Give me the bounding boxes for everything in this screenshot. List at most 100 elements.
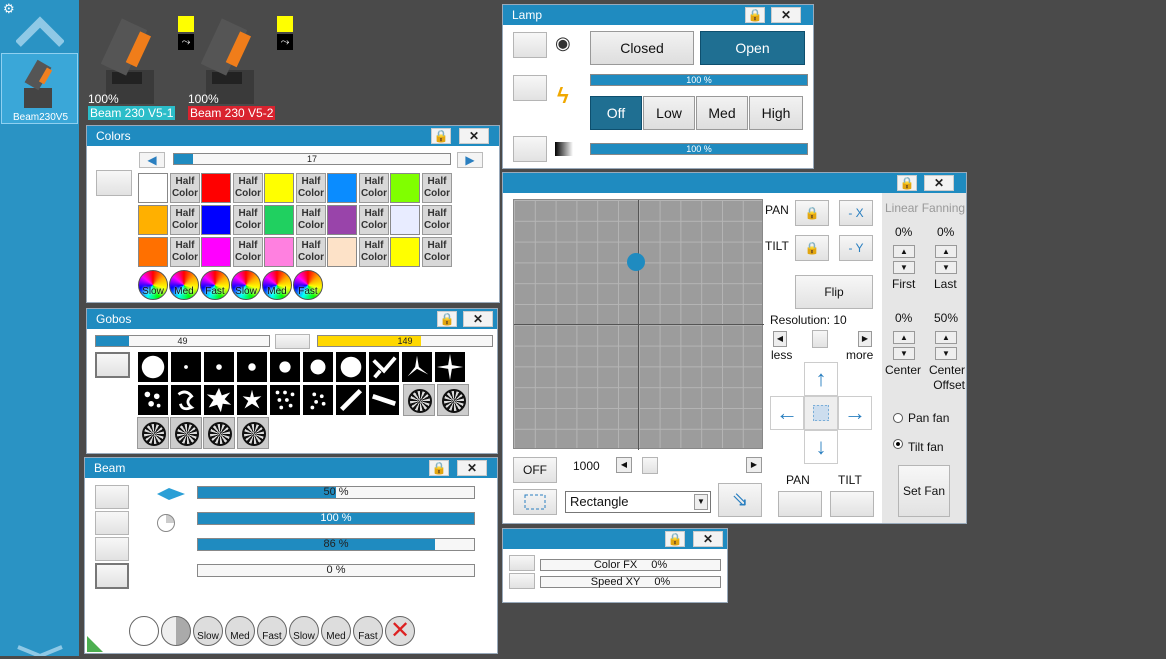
fx-lock-icon[interactable]: 🔒 [665,531,685,547]
gobo-slot[interactable] [368,351,400,383]
offset-down-button[interactable]: ▼ [935,347,957,360]
colors-scroll-left-button[interactable]: ◀ [139,152,165,168]
color-swatch[interactable] [138,173,168,203]
gobo-rotate-button[interactable] [137,417,169,449]
arrow-right-button[interactable]: → [838,396,872,430]
gobo-slot[interactable] [269,384,301,416]
beam-circle-open[interactable] [129,616,159,646]
beam-speed-button[interactable]: Fast [353,616,383,646]
dimmer-reset-button[interactable] [513,136,547,162]
fixture-tile[interactable]: Beam230V5 [1,53,78,124]
fan-last-down-button[interactable]: ▼ [935,261,957,274]
speed-right-button[interactable]: ▶ [746,457,762,473]
resolution-less-button[interactable]: ◀ [773,331,787,347]
collapse-up-icon[interactable] [15,10,65,50]
gobo-slot[interactable] [302,384,334,416]
color-swatch[interactable] [201,173,231,203]
color-swatch[interactable] [201,237,231,267]
lamp-bar-1[interactable]: 100 % [590,74,808,86]
half-color-button[interactable]: Half Color [233,237,263,267]
focus-bar[interactable]: 100 % [197,512,475,525]
color-swatch[interactable] [264,205,294,235]
offset-up-button[interactable]: ▲ [935,331,957,344]
color-swatch[interactable] [138,237,168,267]
shutter-open-button[interactable]: Open [700,31,805,65]
lamp-close-button[interactable]: ✕ [771,7,801,23]
fx-close-button[interactable]: ✕ [693,531,723,547]
strobe-low-button[interactable]: Low [643,96,695,130]
fixture-2[interactable]: ⤳ 100% Beam 230 V5-2 [188,14,298,120]
half-color-button[interactable]: Half Color [296,173,326,203]
half-color-button[interactable]: Half Color [170,237,200,267]
beam-lock-icon[interactable]: 🔒 [429,460,449,476]
gobo-slot[interactable] [302,351,334,383]
half-color-button[interactable]: Half Color [170,205,200,235]
half-color-button[interactable]: Half Color [422,205,452,235]
pan-reset-button[interactable] [778,491,822,517]
half-color-button[interactable]: Half Color [359,205,389,235]
prism-bar[interactable]: 0 % [197,564,475,577]
resolution-slider-thumb[interactable] [812,330,828,348]
speed-xy-reset-button[interactable] [509,573,535,589]
shutter-reset-button[interactable] [513,32,547,58]
resolution-more-button[interactable]: ▶ [858,331,872,347]
fan-first-up-button[interactable]: ▲ [893,245,915,258]
half-color-button[interactable]: Half Color [359,173,389,203]
beam-prism-reset-button[interactable] [95,563,129,589]
position-close-button[interactable]: ✕ [924,175,954,191]
colors-reset-button[interactable] [96,170,132,196]
gobo-slot[interactable] [203,351,235,383]
beam-speed-button[interactable]: Med [225,616,255,646]
beam-speed-button[interactable]: Slow [289,616,319,646]
color-swatch[interactable] [327,237,357,267]
color-fx-reset-button[interactable] [509,555,535,571]
pan-tilt-grid[interactable] [513,199,764,450]
speed-slider-thumb[interactable] [642,457,658,474]
collapse-down-icon[interactable] [16,645,64,659]
fan-last-up-button[interactable]: ▲ [935,245,957,258]
color-swatch[interactable] [390,173,420,203]
gobo-slot[interactable] [269,351,301,383]
gobo-middle-button[interactable] [275,334,310,349]
zoom-bar[interactable]: 50 % [197,486,475,499]
beam-frost-reset-button[interactable] [95,537,129,561]
colors-close-button[interactable]: ✕ [459,128,489,144]
shape-icon-button[interactable] [513,489,557,515]
color-swatch[interactable] [327,173,357,203]
arrow-left-button[interactable]: ← [770,396,804,430]
gobo-rotate-button[interactable] [170,417,202,449]
shape-select[interactable]: Rectangle ▼ [565,491,711,513]
arrow-up-button[interactable]: ↑ [804,362,838,396]
resize-grip-icon[interactable] [87,634,105,652]
gobos-reset-button[interactable] [95,352,130,378]
gobo-slot[interactable] [236,351,268,383]
gobo-rotate-button[interactable] [203,417,235,449]
gobo-rotate-button[interactable] [437,384,469,416]
beam-zoom-reset-button[interactable] [95,485,129,509]
strobe-high-button[interactable]: High [749,96,803,130]
center-down-button[interactable]: ▼ [893,347,915,360]
pan-fan-radio[interactable] [893,413,903,423]
gobo-slot[interactable] [335,384,367,416]
gobo-rotate-button[interactable] [237,417,269,449]
set-fan-button[interactable]: Set Fan [898,465,950,517]
gobo-slot[interactable] [170,351,202,383]
fan-first-down-button[interactable]: ▼ [893,261,915,274]
half-color-button[interactable]: Half Color [233,205,263,235]
color-swatch[interactable] [264,173,294,203]
strobe-off-button[interactable]: Off [590,96,642,130]
half-color-button[interactable]: Half Color [296,205,326,235]
beam-close-button[interactable]: ✕ [457,460,487,476]
shutter-closed-button[interactable]: Closed [590,31,694,65]
gobo-slot[interactable] [203,384,235,416]
center-button[interactable] [804,396,838,430]
gobo-slot[interactable] [137,384,169,416]
position-cursor[interactable] [627,253,645,271]
gobo-slot[interactable] [170,384,202,416]
arrow-down-button[interactable]: ↓ [804,430,838,464]
shape-apply-button[interactable]: ⇘ [718,483,762,517]
lamp-lock-icon[interactable]: 🔒 [745,7,765,23]
color-swatch[interactable] [201,205,231,235]
neg-x-button[interactable]: - X [839,200,873,226]
gobo-slot[interactable] [434,351,466,383]
